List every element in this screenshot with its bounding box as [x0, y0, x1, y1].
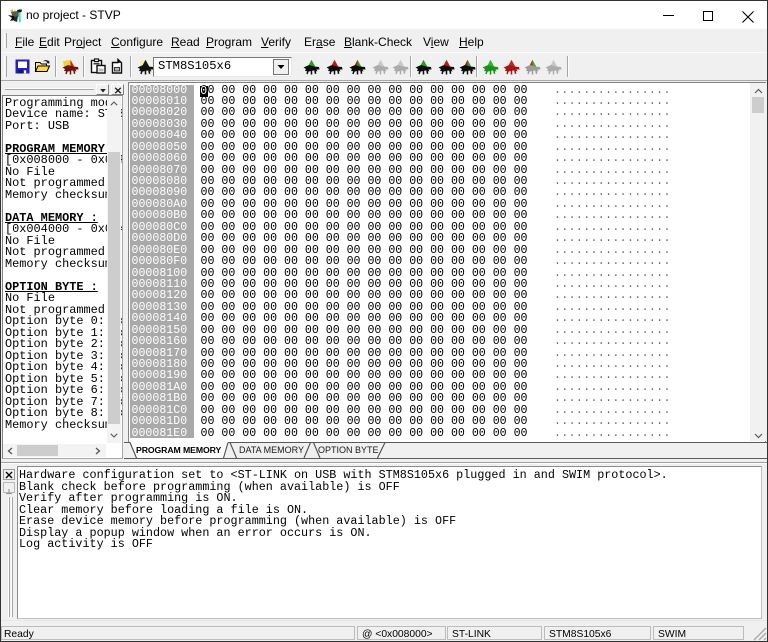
svg-text:OPTION BYTE: OPTION BYTE — [318, 445, 379, 455]
svg-text:PROGRAM MEMORY: PROGRAM MEMORY — [136, 445, 221, 455]
svg-text:DATA MEMORY: DATA MEMORY — [239, 445, 304, 455]
